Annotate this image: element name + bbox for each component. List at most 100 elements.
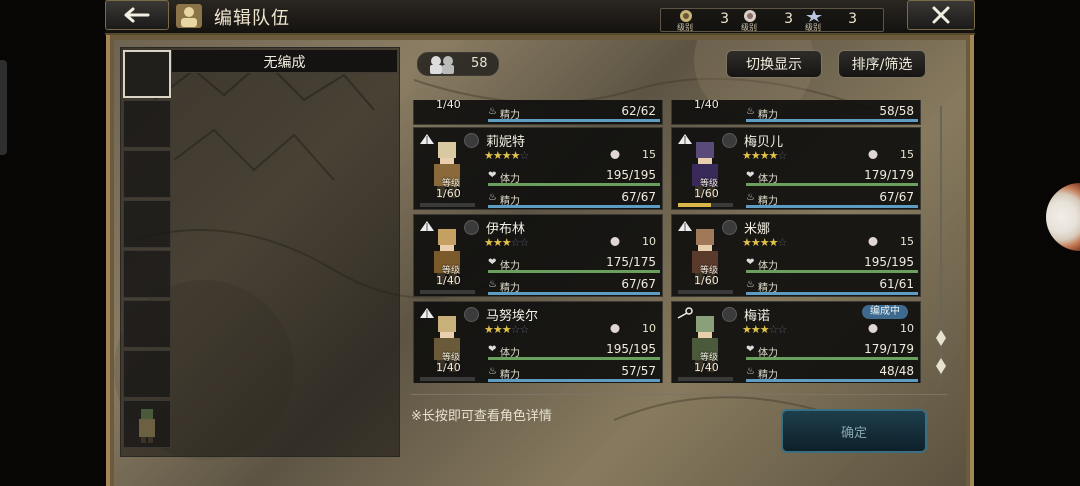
sp-value: 67/67	[621, 277, 656, 291]
in-formation-badge: 编成中	[862, 305, 908, 319]
sp-value: 48/48	[879, 364, 914, 378]
close-icon	[932, 6, 950, 24]
hp-value: 195/195	[864, 255, 914, 269]
select-toggle[interactable]	[464, 133, 479, 148]
formation-slot-3[interactable]	[123, 150, 171, 198]
character-card[interactable]: 等级 1/60 米娜 ★★★★☆ 15 ❤ 体力 195/195 ♨ 精力 61…	[671, 214, 921, 297]
level-progress	[678, 290, 733, 294]
rank-icon	[610, 237, 620, 246]
game-screen: 编辑队伍 级别 3 级别 3 级别 3 无编成 58 切换显示 排序/筛选 1/…	[0, 0, 1080, 486]
hp-row: ❤ 体力 179/179	[746, 168, 918, 186]
hp-row: ❤ 体力 179/179	[746, 342, 918, 360]
stamina-icon: ♨	[488, 106, 497, 117]
sp-value: 57/57	[621, 364, 656, 378]
character-card[interactable]: 等级 1/40 梅诺 编成中 ★★★☆☆ 10 ❤ 体力 179/179 ♨ 精…	[671, 301, 921, 383]
heart-icon: ❤	[746, 170, 755, 181]
rank-silver-icon	[744, 10, 756, 22]
staff-icon	[677, 307, 693, 319]
level-progress	[678, 203, 733, 207]
level-value: 1/60	[694, 274, 719, 287]
sp-row: ♨ 精力 67/67	[746, 190, 918, 208]
sp-row: ♨ 精力 61/61	[746, 277, 918, 295]
sp-value: 67/67	[621, 190, 656, 204]
character-name: 马努埃尔	[486, 309, 539, 324]
select-toggle[interactable]	[464, 307, 479, 322]
stamina-icon: ♨	[488, 192, 497, 203]
formation-slot-6[interactable]	[123, 300, 171, 348]
formation-slot-1[interactable]	[123, 50, 171, 98]
list-scrollbar[interactable]	[935, 100, 947, 384]
character-sprite	[139, 409, 155, 443]
level-progress	[420, 377, 475, 381]
rank-value: 15	[900, 148, 914, 161]
formation-slot-7[interactable]	[123, 350, 171, 398]
fan-icon	[420, 221, 434, 231]
rank-value: 10	[642, 235, 656, 248]
character-list[interactable]: 1/40 ♨ 精力 62/62 1/40 ♨ 精力 58/58 等级 1/60 …	[411, 100, 929, 383]
character-card[interactable]: 等级 1/60 莉妮特 ★★★★☆ 15 ❤ 体力 195/195 ♨ 精力 6…	[413, 127, 663, 210]
back-button[interactable]	[105, 0, 169, 30]
level-progress	[420, 290, 475, 294]
character-name: 伊布林	[486, 222, 526, 237]
formation-label: 无编成	[263, 55, 306, 71]
stamina-icon: ♨	[488, 366, 497, 377]
fan-icon	[678, 134, 692, 144]
character-card[interactable]: 等级 1/60 梅贝儿 ★★★★☆ 15 ❤ 体力 179/179 ♨ 精力 6…	[671, 127, 921, 210]
toggle-display-button[interactable]: 切换显示	[726, 50, 822, 78]
select-toggle[interactable]	[722, 220, 737, 235]
units-icon	[430, 56, 454, 74]
confirm-button[interactable]: 确定	[781, 409, 927, 453]
unit-count: 58	[417, 52, 499, 76]
heart-icon: ❤	[488, 170, 497, 181]
close-button[interactable]	[907, 0, 975, 30]
level-value: 1/40	[436, 274, 461, 287]
sp-value: 61/61	[879, 277, 914, 291]
level-value: 1/40	[436, 361, 461, 374]
character-card-partial-2[interactable]: 1/40 ♨ 精力 58/58	[671, 100, 921, 125]
character-name: 梅诺	[744, 309, 771, 324]
formation-slot-2[interactable]	[123, 100, 171, 148]
level-progress	[420, 203, 475, 207]
fan-icon	[420, 134, 434, 144]
hp-value: 175/175	[606, 255, 656, 269]
formation-slot-5[interactable]	[123, 250, 171, 298]
rank-icon	[868, 150, 878, 159]
stamina-icon: ♨	[746, 366, 755, 377]
formation-header: 无编成	[172, 50, 397, 73]
heart-icon: ❤	[488, 344, 497, 355]
heart-icon: ❤	[746, 344, 755, 355]
star-rating: ★★★☆☆	[484, 236, 529, 249]
stamina-icon: ♨	[746, 192, 755, 203]
rank-gold: 级别 3	[677, 10, 729, 32]
hp-value: 179/179	[864, 168, 914, 182]
formation-slots	[123, 50, 171, 452]
stamina-icon: ♨	[746, 279, 755, 290]
rank-icon	[868, 237, 878, 246]
floating-assistant-button[interactable]	[1046, 183, 1080, 251]
hp-value: 195/195	[606, 168, 656, 182]
page-title: 编辑队伍	[214, 8, 290, 29]
sort-filter-button[interactable]: 排序/筛选	[838, 50, 926, 78]
formation-slot-8[interactable]	[123, 400, 171, 448]
divider	[411, 394, 947, 395]
select-toggle[interactable]	[722, 307, 737, 322]
star-rating: ★★★★☆	[742, 149, 787, 162]
hp-row: ❤ 体力 195/195	[746, 255, 918, 273]
rank-icon	[610, 324, 620, 333]
level-value: 1/60	[436, 187, 461, 200]
hp-value: 195/195	[606, 342, 656, 356]
scroll-thumb-icon	[936, 330, 946, 346]
rank-value: 15	[900, 235, 914, 248]
star-rating: ★★★☆☆	[742, 323, 787, 336]
formation-slot-4[interactable]	[123, 200, 171, 248]
character-card[interactable]: 等级 1/40 伊布林 ★★★☆☆ 10 ❤ 体力 175/175 ♨ 精力 6…	[413, 214, 663, 297]
character-card[interactable]: 等级 1/40 马努埃尔 ★★★☆☆ 10 ❤ 体力 195/195 ♨ 精力 …	[413, 301, 663, 383]
rank-icon	[868, 324, 878, 333]
select-toggle[interactable]	[464, 220, 479, 235]
sp-row: ♨ 精力 48/48	[746, 364, 918, 382]
scroll-track	[936, 106, 946, 378]
rank-star-icon	[806, 10, 822, 22]
select-toggle[interactable]	[722, 133, 737, 148]
rank-gold-icon	[680, 10, 692, 22]
character-card-partial-1[interactable]: 1/40 ♨ 精力 62/62	[413, 100, 663, 125]
